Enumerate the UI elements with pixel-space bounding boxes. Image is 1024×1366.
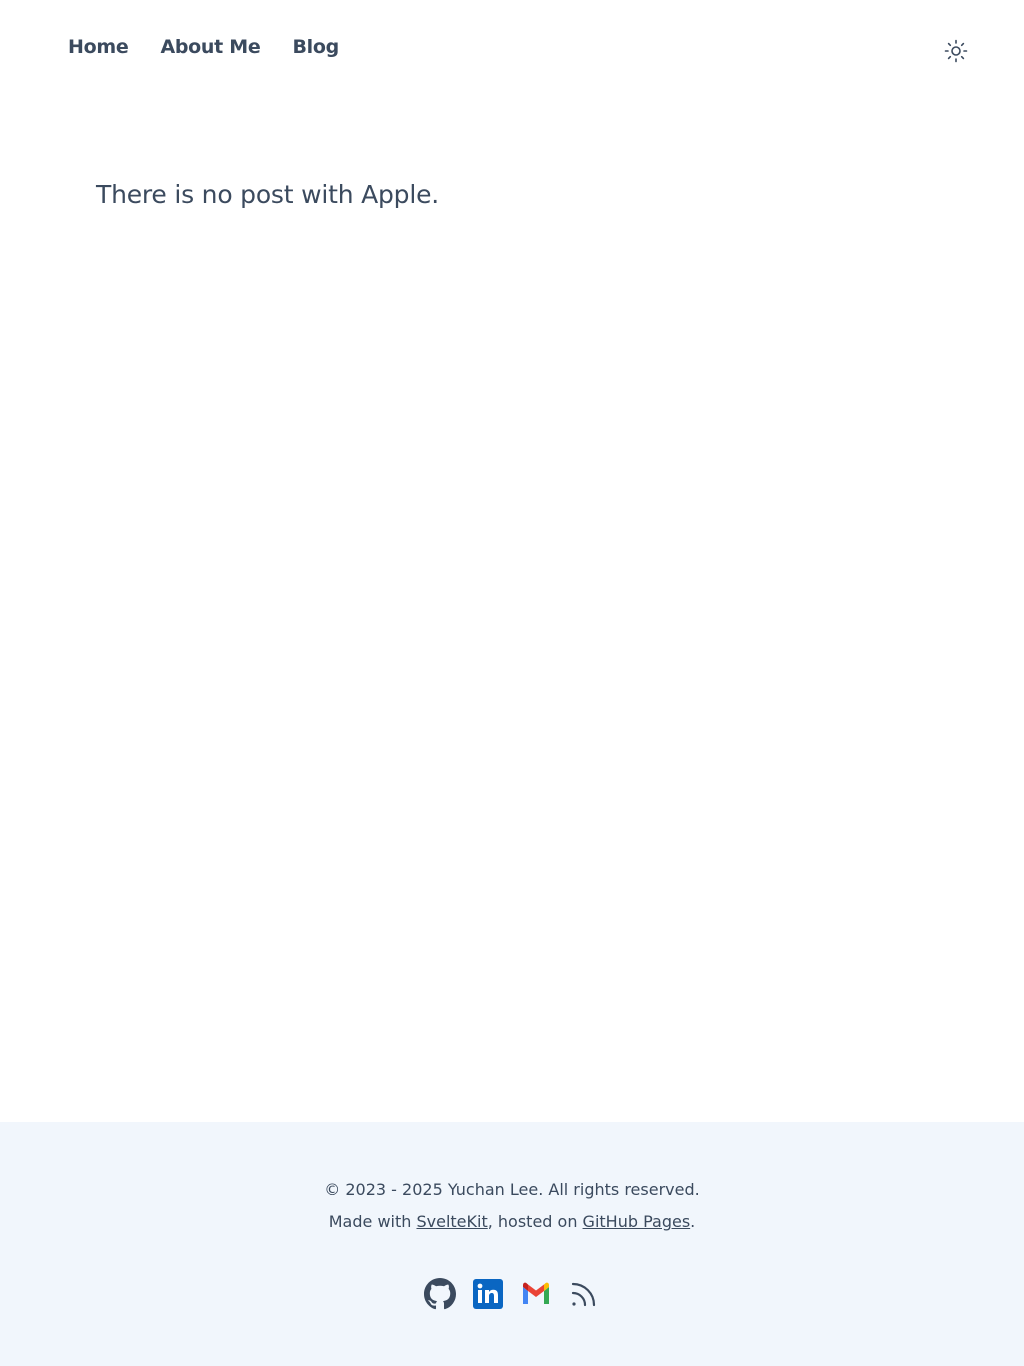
linkedin-link[interactable] <box>472 1278 504 1310</box>
nav-home-link[interactable]: Home <box>68 36 129 58</box>
sun-icon <box>944 39 968 63</box>
gmail-icon <box>523 1282 549 1304</box>
site-footer: © 2023 - 2025 Yuchan Lee. All rights res… <box>0 1122 1024 1366</box>
rss-icon <box>571 1282 596 1307</box>
period-text: . <box>690 1212 696 1231</box>
made-with-prefix: Made with <box>328 1212 417 1231</box>
main-nav: Home About Me Blog <box>68 36 339 58</box>
made-with-line: Made with SvelteKit, hosted on GitHub Pa… <box>0 1206 1024 1238</box>
theme-toggle-button[interactable] <box>944 39 968 63</box>
rss-link[interactable] <box>568 1278 600 1310</box>
gmail-link[interactable] <box>520 1278 552 1310</box>
hosted-on-text: , hosted on <box>487 1212 583 1231</box>
main-content: There is no post with Apple. <box>96 180 928 209</box>
sveltekit-link[interactable]: SvelteKit <box>416 1212 487 1231</box>
copyright-text: © 2023 - 2025 Yuchan Lee. All rights res… <box>324 1180 700 1199</box>
github-link[interactable] <box>424 1278 456 1310</box>
nav-blog-link[interactable]: Blog <box>292 36 339 58</box>
linkedin-icon <box>473 1279 503 1309</box>
social-links <box>0 1278 1024 1310</box>
nav-about-me-link[interactable]: About Me <box>160 36 260 58</box>
github-icon <box>424 1278 456 1310</box>
github-pages-link[interactable]: GitHub Pages <box>583 1212 691 1231</box>
empty-posts-message: There is no post with Apple. <box>96 180 439 209</box>
footer-text: © 2023 - 2025 Yuchan Lee. All rights res… <box>0 1174 1024 1238</box>
